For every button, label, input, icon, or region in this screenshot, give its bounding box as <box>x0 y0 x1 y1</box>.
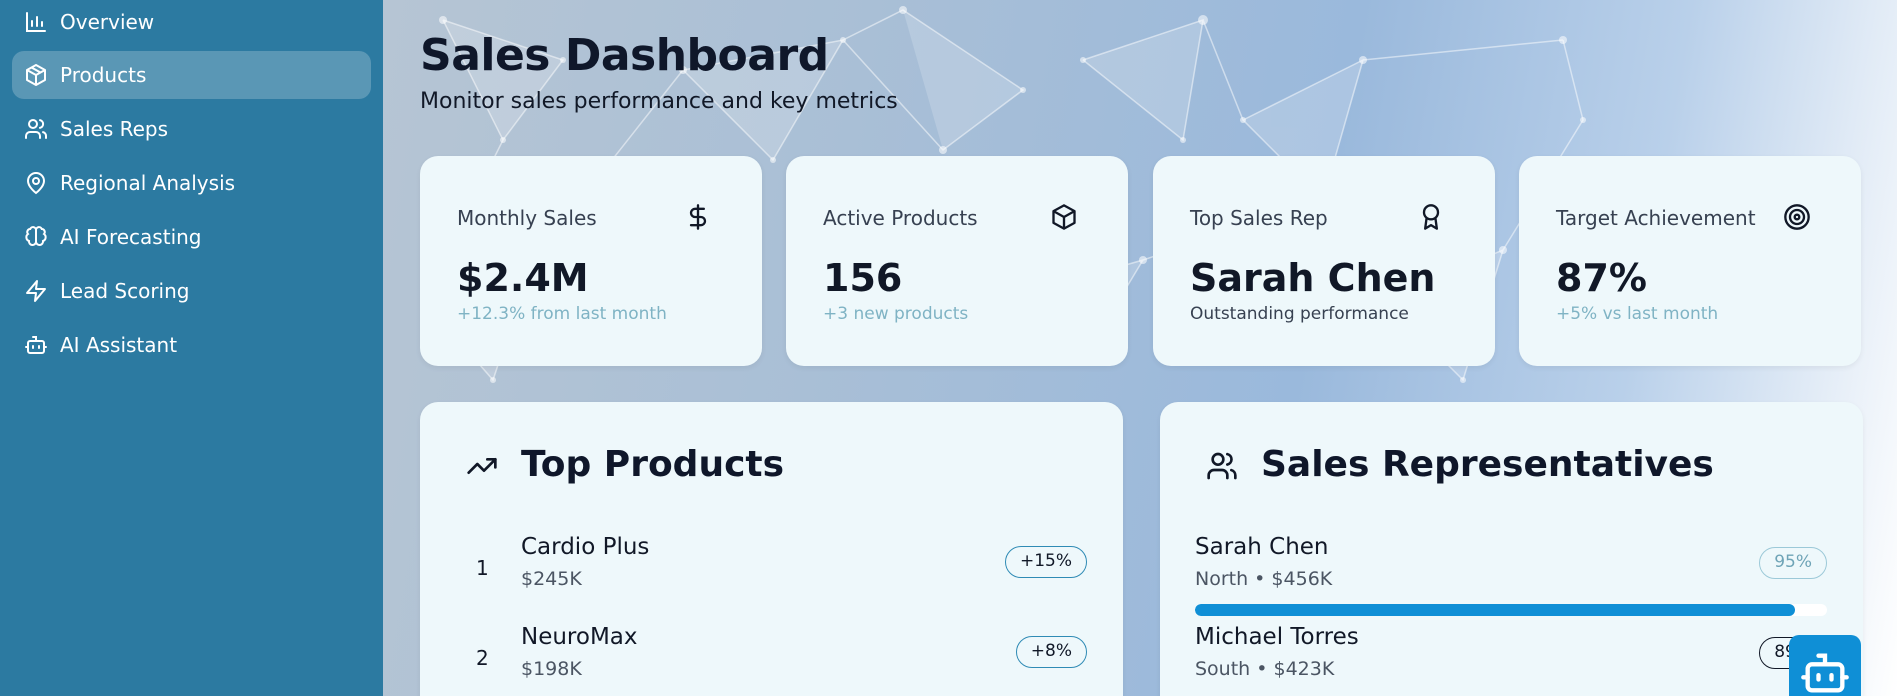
box-icon <box>1050 203 1078 231</box>
stat-note: +12.3% from last month <box>457 304 667 324</box>
rep-name: Michael Torres <box>1195 624 1359 650</box>
users-icon <box>1206 450 1238 482</box>
sidebar: Overview Products Sales Reps Regional An… <box>0 0 383 696</box>
stat-card-active-products: Active Products 156 +3 new products <box>786 156 1128 366</box>
change-badge: +15% <box>1004 546 1087 578</box>
target-icon <box>1783 203 1811 231</box>
stat-card-target-achievement: Target Achievement 87% +5% vs last month <box>1519 156 1861 366</box>
sidebar-item-ai-forecasting[interactable]: AI Forecasting <box>12 213 371 261</box>
sidebar-item-label: Lead Scoring <box>60 279 190 303</box>
sidebar-item-label: AI Forecasting <box>60 225 202 249</box>
stat-card-monthly-sales: Monthly Sales $2.4M +12.3% from last mon… <box>420 156 762 366</box>
sidebar-item-lead-scoring[interactable]: Lead Scoring <box>12 267 371 315</box>
sidebar-item-label: AI Assistant <box>60 333 178 357</box>
top-products-panel: Top Products 1 Cardio Plus $245K +15% 2 … <box>420 402 1123 696</box>
sidebar-item-label: Sales Reps <box>60 117 169 141</box>
brain-icon <box>24 225 48 249</box>
rep-meta: South • $423K <box>1195 658 1335 680</box>
progress-fill <box>1195 604 1796 616</box>
rep-name: Sarah Chen <box>1195 534 1329 560</box>
sales-representatives-panel: Sales Representatives Sarah Chen North •… <box>1160 402 1863 696</box>
bot-icon <box>24 333 48 357</box>
product-rank: 1 <box>476 556 489 580</box>
stat-card-top-sales-rep: Top Sales Rep Sarah Chen Outstanding per… <box>1153 156 1495 366</box>
panel-title: Sales Representatives <box>1261 444 1714 485</box>
product-name: Cardio Plus <box>521 534 650 560</box>
list-item[interactable]: Michael Torres South • $423K 89% <box>1160 624 1863 696</box>
trending-up-icon <box>466 450 498 482</box>
percent-badge: 95% <box>1759 547 1827 579</box>
progress-bar <box>1195 604 1827 616</box>
box-icon <box>24 63 48 87</box>
page-title: Sales Dashboard <box>420 30 829 81</box>
sidebar-item-regional-analysis[interactable]: Regional Analysis <box>12 159 371 207</box>
stat-note: +3 new products <box>823 304 969 324</box>
sidebar-item-label: Products <box>60 63 147 87</box>
stat-label: Target Achievement <box>1556 206 1756 230</box>
list-item[interactable]: 2 NeuroMax $198K +8% <box>420 622 1123 692</box>
sidebar-item-sales-reps[interactable]: Sales Reps <box>12 105 371 153</box>
stat-label: Active Products <box>823 206 978 230</box>
bar-chart-icon <box>24 10 48 34</box>
zap-icon <box>24 279 48 303</box>
stat-value: 156 <box>823 256 903 300</box>
main-content: Sales Dashboard Monitor sales performanc… <box>383 0 1897 696</box>
list-item[interactable]: Sarah Chen North • $456K 95% <box>1160 534 1863 624</box>
stat-note: +5% vs last month <box>1556 304 1719 324</box>
product-rank: 2 <box>476 646 489 670</box>
list-item[interactable]: 1 Cardio Plus $245K +15% <box>420 532 1123 602</box>
bot-icon <box>1801 653 1849 693</box>
page-subtitle: Monitor sales performance and key metric… <box>420 89 898 114</box>
sidebar-item-label: Regional Analysis <box>60 171 236 195</box>
product-value: $198K <box>521 658 582 680</box>
change-badge: +8% <box>1015 636 1087 668</box>
ai-assistant-button[interactable] <box>1789 635 1861 696</box>
product-value: $245K <box>521 568 582 590</box>
panel-title: Top Products <box>521 444 785 485</box>
product-name: NeuroMax <box>521 624 638 650</box>
sidebar-item-label: Overview <box>60 10 155 34</box>
stat-value: $2.4M <box>457 256 589 300</box>
sidebar-item-overview[interactable]: Overview <box>12 0 371 46</box>
stat-note: Outstanding performance <box>1190 304 1409 324</box>
stat-value: 87% <box>1556 256 1647 300</box>
dollar-icon <box>684 203 712 231</box>
rep-meta: North • $456K <box>1195 568 1333 590</box>
map-pin-icon <box>24 171 48 195</box>
users-icon <box>24 117 48 141</box>
stat-label: Monthly Sales <box>457 206 597 230</box>
sidebar-item-products[interactable]: Products <box>12 51 371 99</box>
sidebar-item-ai-assistant[interactable]: AI Assistant <box>12 321 371 369</box>
stat-value: Sarah Chen <box>1190 256 1436 300</box>
award-icon <box>1417 203 1445 231</box>
stat-label: Top Sales Rep <box>1190 206 1328 230</box>
